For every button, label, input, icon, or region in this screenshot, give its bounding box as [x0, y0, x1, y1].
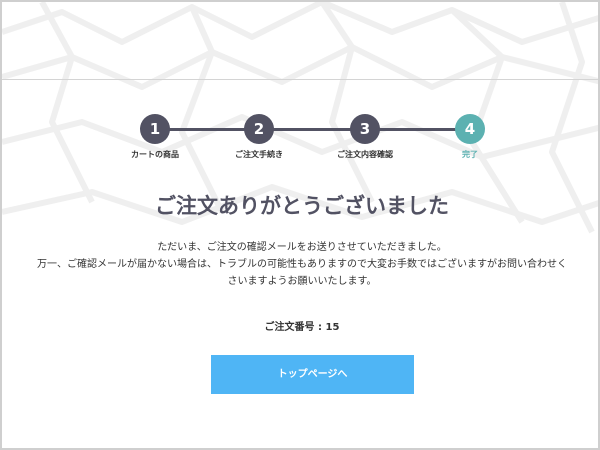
step-number: 4	[455, 114, 485, 144]
page-frame: 1 カートの商品 2 ご注文手続き 3 ご注文内容確認 4 完了 ご注文ありがと…	[0, 0, 600, 450]
message-line: ただいま、ご注文の確認メールをお送りさせていただきました。	[157, 242, 447, 253]
order-number: ご注文番号 : 15	[264, 322, 340, 333]
step-label: カートの商品	[131, 150, 179, 159]
checkout-stepper: 1 カートの商品 2 ご注文手続き 3 ご注文内容確認 4 完了	[2, 114, 598, 164]
step-label: ご注文内容確認	[337, 150, 393, 159]
step-number: 2	[244, 114, 274, 144]
step-label: ご注文手続き	[235, 150, 283, 159]
step-cart: 1 カートの商品	[95, 114, 215, 160]
top-page-button[interactable]: トップページへ	[211, 355, 414, 394]
message-line: さいますようお願いいたします。	[227, 276, 377, 287]
step-complete: 4 完了	[410, 114, 530, 160]
step-label: 完了	[462, 150, 478, 159]
step-checkout: 2 ご注文手続き	[199, 114, 319, 160]
confirmation-message: ただいま、ご注文の確認メールをお送りさせていただきました。 万一、ご確認メールが…	[2, 239, 598, 290]
page-title: ご注文ありがとうございました	[155, 194, 449, 218]
step-number: 3	[350, 114, 380, 144]
step-confirm: 3 ご注文内容確認	[305, 114, 425, 160]
message-line: 万一、ご確認メールが届かない場合は、トラブルの可能性もありますので大変お手数では…	[37, 259, 567, 270]
header-divider	[2, 79, 598, 80]
step-number: 1	[140, 114, 170, 144]
